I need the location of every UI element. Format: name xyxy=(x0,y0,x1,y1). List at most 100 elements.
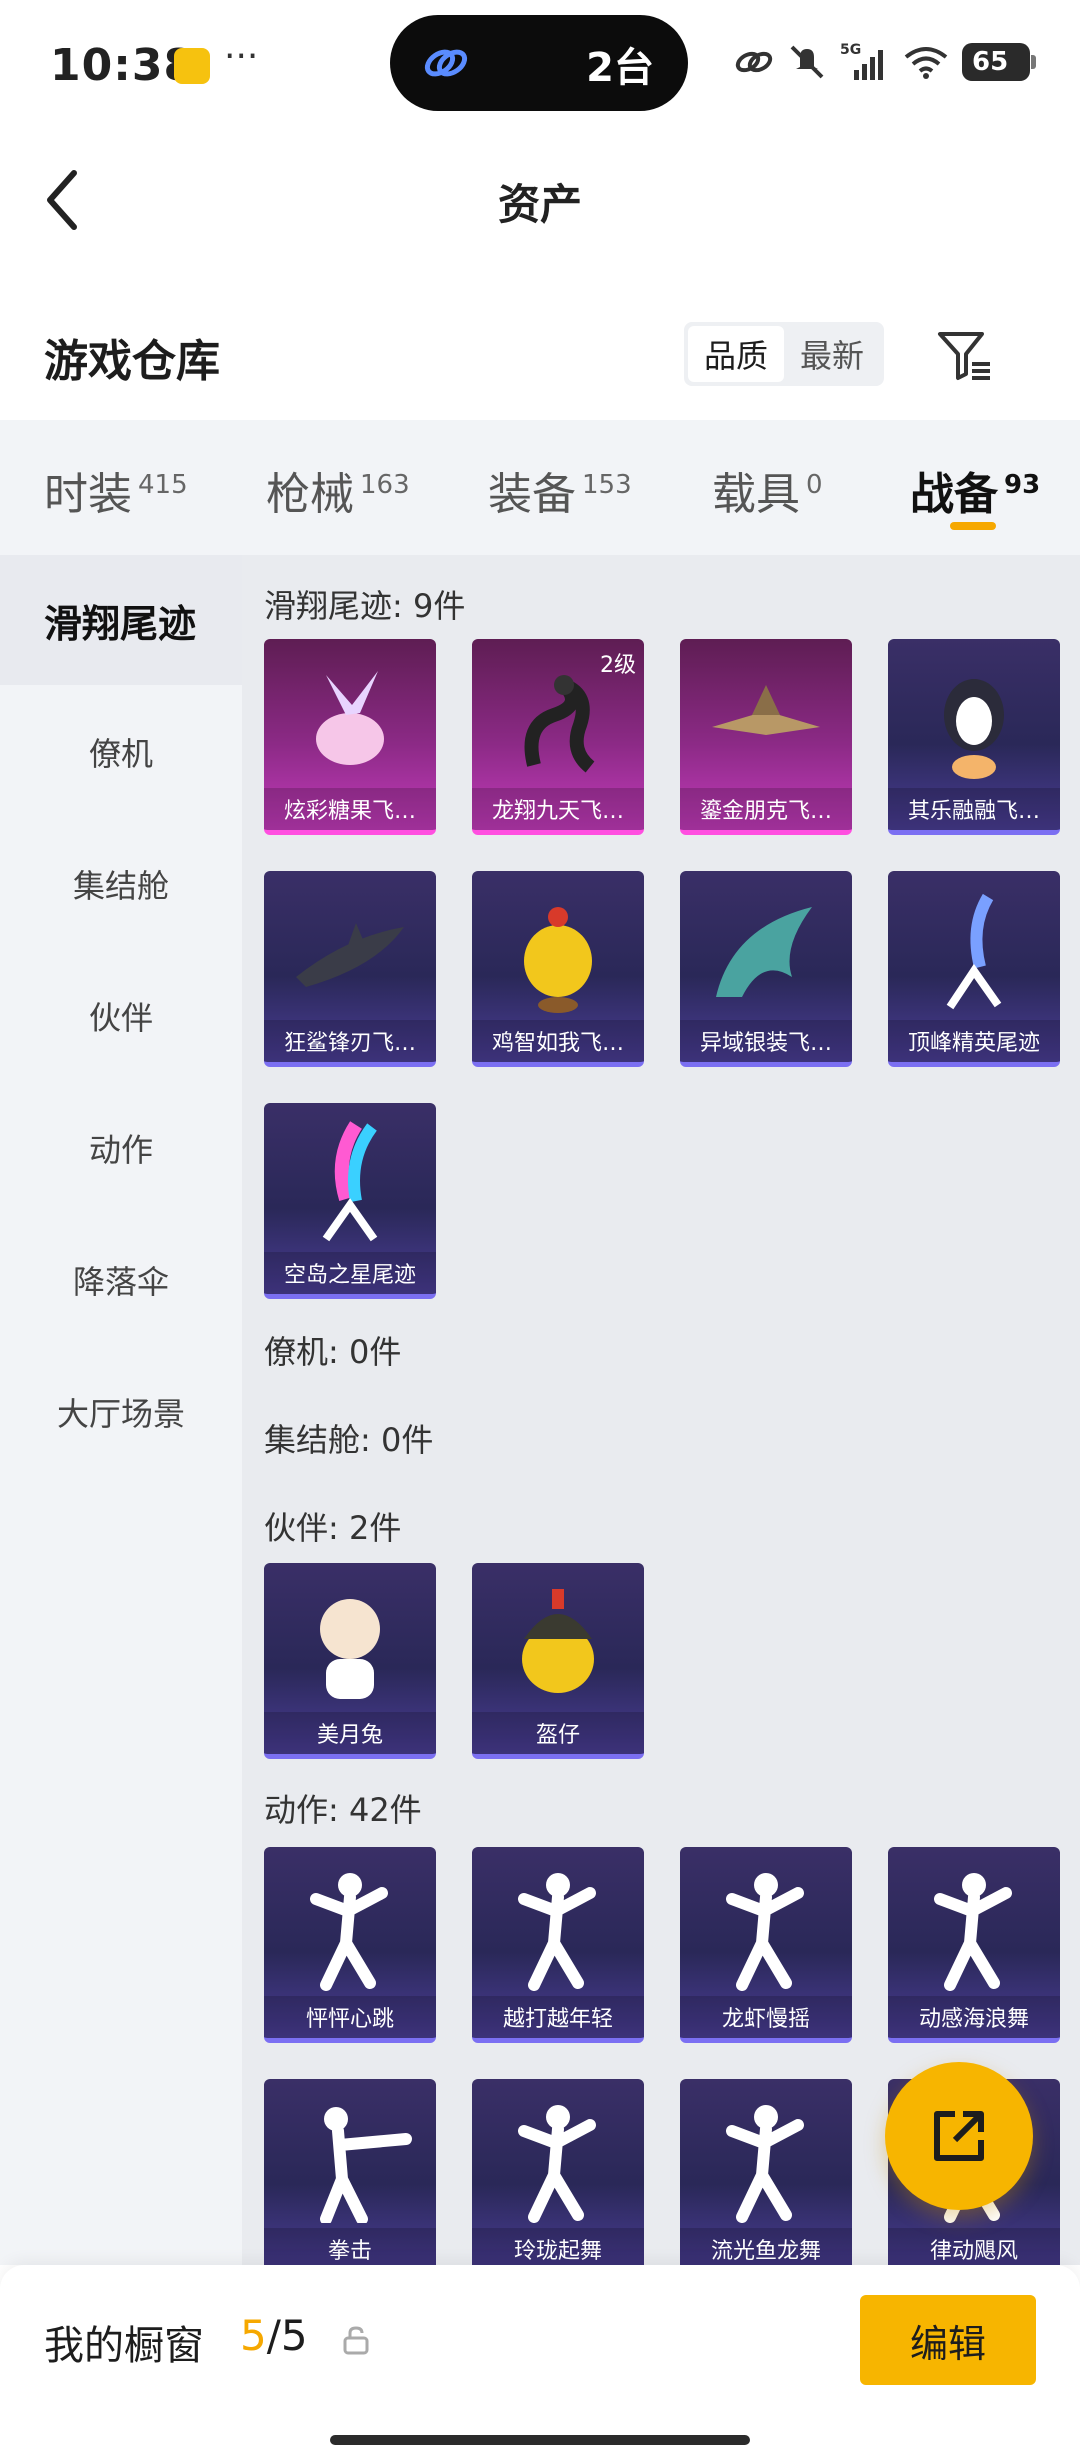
item-card[interactable]: 玲珑起舞 xyxy=(472,2079,644,2265)
item-card[interactable]: 拳击 xyxy=(264,2079,436,2265)
wifi-icon xyxy=(904,47,948,79)
home-indicator xyxy=(330,2435,750,2445)
item-card[interactable]: 空岛之星尾迹 xyxy=(264,1103,436,1299)
sort-quality-button[interactable]: 品质 xyxy=(688,326,784,382)
rabbit-icon xyxy=(320,1599,380,1699)
item-name: 怦怦心跳 xyxy=(264,1996,436,2038)
group-label-glide: 滑翔尾迹: 9件 xyxy=(264,587,466,625)
showcase-label: 我的橱窗 xyxy=(44,2323,204,2369)
item-name: 龙翔九天飞… xyxy=(472,788,644,830)
item-name: 玲珑起舞 xyxy=(472,2228,644,2265)
chicken-icon xyxy=(524,907,592,1013)
group-label-wingman: 僚机: 0件 xyxy=(264,1333,402,1371)
showcase-count: 5/5 xyxy=(240,2311,308,2360)
filter-icon[interactable] xyxy=(934,326,994,386)
dance-icon xyxy=(310,1873,388,1991)
link-status-icon xyxy=(735,51,773,73)
item-name: 越打越年轻 xyxy=(472,1996,644,2038)
item-name: 其乐融融飞… xyxy=(888,788,1060,830)
item-name: 鸡智如我飞… xyxy=(472,1020,644,1062)
link-icon xyxy=(424,49,468,77)
item-name: 空岛之星尾迹 xyxy=(264,1252,436,1294)
item-name: 鎏金朋克飞… xyxy=(680,788,852,830)
sidebar-item-parachute[interactable]: 降落伞 xyxy=(0,1215,242,1345)
dance-icon xyxy=(934,1873,1012,1991)
status-bar: 10:38 ··· 2台 5G 65 xyxy=(0,0,1080,135)
item-name: 流光鱼龙舞 xyxy=(680,2228,852,2265)
more-notifications-icon: ··· xyxy=(224,36,259,77)
active-tab-indicator xyxy=(950,522,996,530)
item-name: 盔仔 xyxy=(472,1712,644,1754)
sidebar-item-glide-trail[interactable]: 滑翔尾迹 xyxy=(0,555,242,685)
rainbow-trail-icon xyxy=(322,1121,378,1242)
sort-latest-button[interactable]: 最新 xyxy=(784,326,880,382)
showcase-bar: 我的橱窗 5/5 编辑 xyxy=(0,2265,1080,2460)
sidebar-item-capsule[interactable]: 集结舱 xyxy=(0,819,242,949)
sidebar-item-lobby-scene[interactable]: 大厅场景 xyxy=(0,1347,242,1477)
sub-category-sidebar: 滑翔尾迹 僚机 集结舱 伙伴 动作 降落伞 大厅场景 xyxy=(0,555,242,2265)
candy-icon xyxy=(316,671,384,765)
item-name: 律动飓风 xyxy=(888,2228,1060,2265)
tab-vehicles[interactable]: 载具 0 xyxy=(712,458,823,522)
tab-guns[interactable]: 枪械 163 xyxy=(266,458,410,522)
dynamic-island[interactable]: 2台 xyxy=(390,15,688,111)
item-card[interactable]: 鎏金朋克飞… xyxy=(680,639,852,835)
dance-icon xyxy=(726,2105,804,2223)
category-tabs: 时装 415 枪械 163 装备 153 载具 0 战备 93 xyxy=(0,420,1080,555)
item-card[interactable]: 其乐融融飞… xyxy=(888,639,1060,835)
trail-icon xyxy=(946,893,1002,1010)
item-card[interactable]: 怦怦心跳 xyxy=(264,1847,436,2043)
group-label-emote: 动作: 42件 xyxy=(264,1791,422,1829)
item-card[interactable]: 龙虾慢摇 xyxy=(680,1847,852,2043)
sort-toggle: 品质 最新 xyxy=(684,322,884,386)
tab-fashion[interactable]: 时装 415 xyxy=(44,458,188,522)
item-grid-panel: 滑翔尾迹: 9件 炫彩糖果飞… 2级龙翔九天飞… 鎏金朋克飞… 其乐融融飞… 狂鲨锋刃飞… xyxy=(242,555,1080,2265)
group-label-partner: 伙伴: 2件 xyxy=(264,1509,402,1547)
item-name: 美月兔 xyxy=(264,1712,436,1754)
punch-icon xyxy=(320,2107,412,2223)
item-card[interactable]: 流光鱼龙舞 xyxy=(680,2079,852,2265)
item-card[interactable]: 鸡智如我飞… xyxy=(472,871,644,1067)
item-name: 动感海浪舞 xyxy=(888,1996,1060,2038)
item-name: 异域银装飞… xyxy=(680,1020,852,1062)
item-card[interactable]: 动感海浪舞 xyxy=(888,1847,1060,2043)
sidebar-item-emote[interactable]: 动作 xyxy=(0,1083,242,1213)
item-name: 炫彩糖果飞… xyxy=(264,788,436,830)
dance-icon xyxy=(518,2105,596,2223)
item-card[interactable]: 越打越年轻 xyxy=(472,1847,644,2043)
battery-indicator: 65 xyxy=(962,43,1036,81)
item-card[interactable]: 异域银装飞… xyxy=(680,871,852,1067)
signal-5g-icon: 5G xyxy=(840,42,883,80)
penguin-icon xyxy=(944,679,1004,779)
item-name: 拳击 xyxy=(264,2228,436,2265)
dance-icon xyxy=(518,1873,596,1991)
tab-combat-gear[interactable]: 战备 93 xyxy=(910,458,1040,522)
helmet-chick-icon xyxy=(522,1589,594,1693)
item-card[interactable]: 美月兔 xyxy=(264,1563,436,1759)
island-device-count: 2台 xyxy=(586,45,654,91)
item-card[interactable]: 盔仔 xyxy=(472,1563,644,1759)
mute-icon xyxy=(790,45,824,79)
dance-icon xyxy=(726,1873,804,1991)
item-card[interactable]: 顶峰精英尾迹 xyxy=(888,871,1060,1067)
page-title: 资产 xyxy=(497,180,582,229)
lock-icon xyxy=(343,2326,369,2355)
wing-icon xyxy=(716,907,812,997)
edit-button[interactable]: 编辑 xyxy=(860,2295,1036,2385)
item-card[interactable]: 炫彩糖果飞… xyxy=(264,639,436,835)
status-icons: 5G 65 xyxy=(734,42,1036,82)
app-notification-icon xyxy=(174,48,210,84)
jet-icon xyxy=(712,685,820,735)
share-button[interactable] xyxy=(885,2062,1033,2210)
sidebar-item-wingman[interactable]: 僚机 xyxy=(0,687,242,817)
item-card[interactable]: 狂鲨锋刃飞… xyxy=(264,871,436,1067)
warehouse-title: 游戏仓库 xyxy=(44,336,220,387)
sidebar-item-partner[interactable]: 伙伴 xyxy=(0,951,242,1081)
item-level-badge: 2级 xyxy=(600,653,636,678)
item-name: 狂鲨锋刃飞… xyxy=(264,1020,436,1062)
tab-equipment[interactable]: 装备 153 xyxy=(488,458,632,522)
item-card[interactable]: 2级龙翔九天飞… xyxy=(472,639,644,835)
shark-icon xyxy=(296,923,404,987)
share-external-icon xyxy=(934,2111,984,2161)
item-name: 龙虾慢摇 xyxy=(680,1996,852,2038)
